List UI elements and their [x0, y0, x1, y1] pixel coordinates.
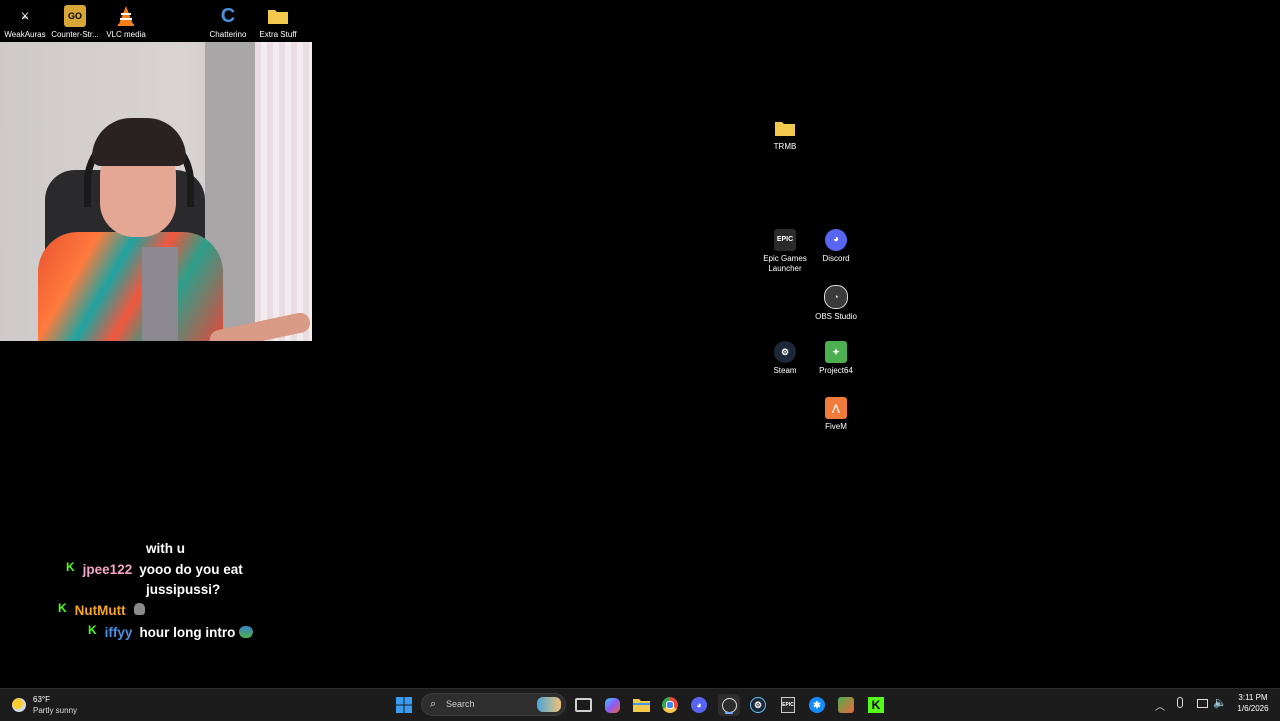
chat-message-text: with u	[146, 541, 185, 556]
clock-time: 3:11 PM	[1238, 693, 1268, 702]
chat-message: K jpee122 yooo do you eat	[66, 560, 243, 580]
active-indicator	[725, 712, 733, 714]
start-button[interactable]	[393, 694, 415, 716]
chat-message-text: hour long intro	[139, 625, 236, 640]
csgo-icon: GO	[64, 5, 86, 27]
kick-badge-icon: K	[58, 601, 67, 615]
obs-icon	[721, 697, 737, 713]
desktop-icon-chatterino[interactable]: C Chatterino	[203, 5, 253, 40]
desktop-icon-steam[interactable]: ⚙ Steam	[760, 341, 810, 376]
obs-icon: ◔	[824, 285, 848, 309]
desktop-icon-label: Extra Stuff	[259, 30, 297, 39]
battlenet-icon: ✱	[809, 697, 825, 713]
discord-icon: ◕	[825, 229, 847, 251]
chatterino-icon: C	[220, 5, 236, 27]
kick-badge-icon: K	[88, 623, 97, 637]
network-icon[interactable]	[1197, 699, 1208, 708]
folder-icon	[267, 5, 289, 27]
kick-badge-icon: K	[66, 560, 75, 574]
desktop-icon-vlc[interactable]: VLC media player	[101, 5, 151, 40]
desktop-icon-label: Epic Games Launcher	[763, 254, 807, 273]
search-highlight-icon	[537, 697, 561, 712]
project64-icon	[838, 697, 854, 713]
chat-username: jpee122	[82, 562, 133, 577]
desktop-icon-trmb[interactable]: TRMB	[760, 117, 810, 152]
desktop-icon-fivem[interactable]: ⋀ FiveM	[811, 397, 861, 432]
copilot-button[interactable]	[601, 694, 623, 716]
chat-message: K iffyy hour long intro	[88, 623, 254, 643]
volume-icon[interactable]: 🔈	[1213, 696, 1227, 709]
epic-button[interactable]: EPIC	[777, 694, 799, 716]
steam-icon: ⚙	[774, 341, 796, 363]
emote-icon	[133, 603, 145, 615]
discord-icon: ◕	[691, 697, 707, 713]
webcam-overlay	[0, 42, 312, 341]
chat-username: iffyy	[104, 625, 133, 640]
chrome-icon	[662, 697, 678, 713]
desktop-icon-label: Chatterino	[209, 30, 247, 39]
system-clock[interactable]: 3:11 PM 1/6/2026	[1230, 692, 1276, 714]
desktop-icon-obs[interactable]: ◔ OBS Studio	[811, 285, 861, 322]
microphone-icon[interactable]	[1177, 697, 1183, 708]
project64-button[interactable]	[835, 694, 857, 716]
desktop-icon-label: Discord	[822, 254, 850, 263]
partly-sunny-icon	[12, 698, 26, 712]
clock-date: 1/6/2026	[1237, 704, 1269, 713]
desktop-icon-weakauras[interactable]: ⚔ WeakAuras Companion	[0, 5, 50, 40]
fivem-icon: ⋀	[825, 397, 847, 419]
obs-button[interactable]	[718, 694, 740, 716]
weather-widget[interactable]: 63°F Partly sunny	[10, 694, 100, 718]
task-view-icon	[574, 698, 592, 712]
desktop-icon-label: WeakAuras Companion	[4, 30, 46, 39]
vlc-cone-icon	[115, 5, 137, 27]
discord-button[interactable]: ◕	[688, 694, 710, 716]
chat-message: K NutMutt	[58, 601, 145, 621]
desktop-icon-discord[interactable]: ◕ Discord	[811, 229, 861, 264]
task-view-button[interactable]	[572, 694, 594, 716]
steam-button[interactable]: ⚙	[747, 694, 769, 716]
desktop-icon-label: Project64	[819, 366, 853, 375]
weather-temp: 63°F	[33, 695, 50, 704]
desktop-icon-label: Counter-Str... Global Off...	[51, 30, 99, 39]
chat-message-text: jussipussi?	[146, 582, 221, 597]
desktop-icon-epic-games[interactable]: EPIC Epic Games Launcher	[760, 229, 810, 274]
search-placeholder: Search	[446, 699, 475, 709]
chat-username: NutMutt	[74, 603, 126, 618]
emote-icon	[239, 626, 254, 638]
epic-games-icon: EPIC	[774, 229, 796, 251]
desktop-icon-label: Steam	[773, 366, 797, 375]
battlenet-button[interactable]: ✱	[806, 694, 828, 716]
search-input[interactable]: ⌕ Search	[421, 693, 566, 716]
desktop-icon-label: OBS Studio	[815, 312, 857, 321]
steam-icon: ⚙	[750, 697, 766, 713]
windows-start-icon	[396, 697, 412, 713]
desktop-icon-counter-strike[interactable]: GO Counter-Str... Global Off...	[50, 5, 100, 40]
weakauras-icon: ⚔	[20, 11, 30, 21]
search-icon: ⌕	[430, 698, 437, 710]
kick-icon: K	[868, 697, 884, 713]
folder-icon	[774, 117, 796, 139]
copilot-icon	[604, 697, 620, 713]
desktop-icon-extra-stuff[interactable]: Extra Stuff	[253, 5, 303, 40]
chat-message: jussipussi?	[146, 580, 220, 600]
kick-button[interactable]: K	[865, 694, 887, 716]
project64-icon: ✦	[825, 341, 847, 363]
desktop-icon-label: TRMB	[773, 142, 797, 151]
desktop-icon-project64[interactable]: ✦ Project64	[811, 341, 861, 376]
weather-condition: Partly sunny	[33, 706, 78, 715]
epic-games-icon: EPIC	[781, 697, 795, 713]
desktop-icon-label: VLC media player	[106, 30, 146, 39]
chat-message-text: yooo do you eat	[139, 562, 243, 577]
chat-message: with u	[146, 539, 185, 559]
file-explorer-button[interactable]	[630, 694, 652, 716]
chrome-button[interactable]	[659, 694, 681, 716]
desktop-icon-label: FiveM	[825, 422, 847, 431]
file-explorer-icon	[632, 699, 650, 712]
show-hidden-icons-chevron-icon[interactable]: ︿	[1155, 698, 1165, 713]
taskbar: 63°F Partly sunny ⌕ Search ◕ ⚙ EPIC ✱ K	[0, 688, 1280, 721]
